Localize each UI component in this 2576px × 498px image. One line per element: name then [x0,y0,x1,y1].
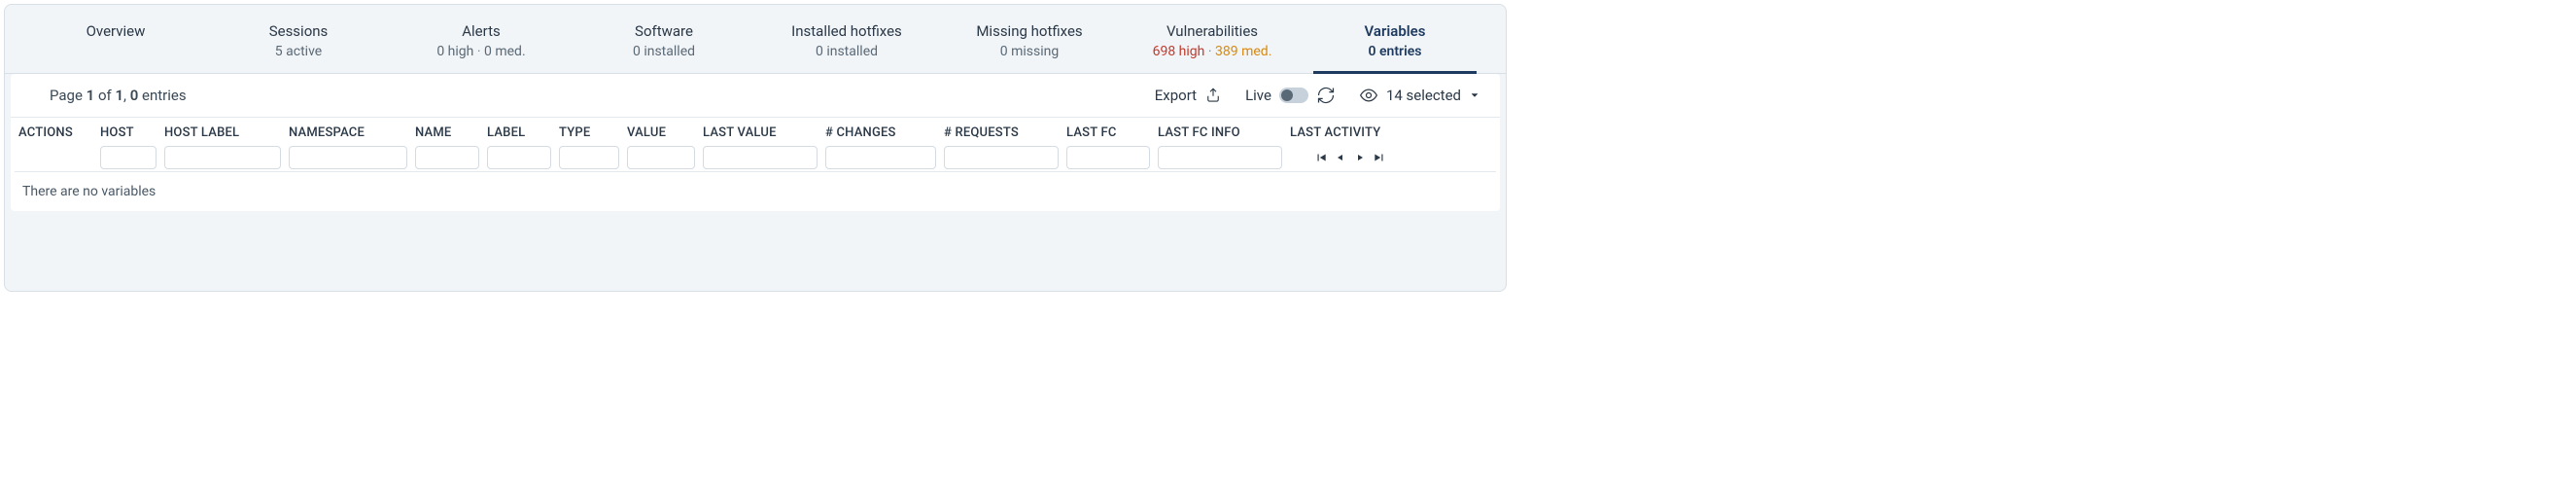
pager-first[interactable] [1313,150,1329,165]
content-area: Page 1 of 1, 0 entries Export Live 14 se… [11,74,1500,211]
col-header-value[interactable]: VALUE [627,125,695,146]
tab-variables[interactable]: Variables 0 entries [1304,18,1486,73]
empty-message: There are no variables [15,172,1496,211]
tab-sub: 0 entries [1304,44,1486,59]
selected-count: 14 selected [1386,87,1461,104]
live-toggle-group: Live [1245,86,1336,105]
col-header-changes[interactable]: # CHANGES [825,125,936,146]
refresh-icon[interactable] [1316,86,1336,105]
filter-lastfcinfo[interactable] [1158,146,1282,169]
col-header-lastactivity[interactable]: LAST ACTIVITY [1290,125,1410,146]
filter-host[interactable] [100,146,157,169]
filter-value[interactable] [627,146,695,169]
tabs-bar: Overview Sessions 5 active Alerts 0 high… [5,5,1506,74]
live-toggle[interactable] [1279,88,1308,103]
tab-installed-hotfixes[interactable]: Installed hotfixes 0 installed [755,18,938,73]
tab-sub: 0 missing [938,44,1121,59]
pager-next[interactable] [1352,150,1368,165]
toolbar: Page 1 of 1, 0 entries Export Live 14 se… [11,74,1500,118]
col-header-label[interactable]: LABEL [487,125,551,146]
col-header-host[interactable]: HOST [100,125,157,146]
tab-vulnerabilities[interactable]: Vulnerabilities 698 high · 389 med. [1121,18,1304,73]
export-button[interactable]: Export [1155,87,1222,104]
tab-label: Sessions [207,22,390,40]
col-header-requests[interactable]: # REQUESTS [944,125,1059,146]
tab-sessions[interactable]: Sessions 5 active [207,18,390,73]
pager-last[interactable] [1372,150,1387,165]
panel: Overview Sessions 5 active Alerts 0 high… [4,4,1507,292]
filter-type[interactable] [559,146,619,169]
tab-label: Software [573,22,755,40]
tab-sub: 0 high · 0 med. [390,44,573,59]
table-headers: ACTIONS HOST HOST LABEL NAMESPACE NAME [15,118,1496,172]
tab-sub: 0 installed [573,44,755,59]
tab-sub: 0 installed [755,44,938,59]
col-header-lastfc[interactable]: LAST FC [1066,125,1150,146]
page-info: Page 1 of 1, 0 entries [50,87,1131,104]
col-header-actions[interactable]: ACTIONS [18,125,92,146]
col-header-type[interactable]: TYPE [559,125,619,146]
tab-software[interactable]: Software 0 installed [573,18,755,73]
tab-label: Overview [24,22,207,40]
pager [1290,146,1410,165]
tab-label: Variables [1304,22,1486,40]
tab-alerts[interactable]: Alerts 0 high · 0 med. [390,18,573,73]
tab-sub: 698 high · 389 med. [1121,44,1304,59]
filter-namespace[interactable] [289,146,407,169]
tab-label: Vulnerabilities [1121,22,1304,40]
col-header-lastfcinfo[interactable]: LAST FC INFO [1158,125,1282,146]
tab-overview[interactable]: Overview [24,18,207,73]
filter-requests[interactable] [944,146,1059,169]
live-label: Live [1245,87,1271,104]
tab-label: Missing hotfixes [938,22,1121,40]
tab-sub: 5 active [207,44,390,59]
export-icon [1204,87,1222,104]
col-header-lastvalue[interactable]: LAST VALUE [703,125,818,146]
col-header-namespace[interactable]: NAMESPACE [289,125,407,146]
filter-lastfc[interactable] [1066,146,1150,169]
eye-icon [1359,86,1378,105]
filter-name[interactable] [415,146,479,169]
tab-missing-hotfixes[interactable]: Missing hotfixes 0 missing [938,18,1121,73]
filter-changes[interactable] [825,146,936,169]
columns-selector[interactable]: 14 selected [1359,86,1480,105]
col-header-name[interactable]: NAME [415,125,479,146]
filter-hostlabel[interactable] [164,146,281,169]
col-header-hostlabel[interactable]: HOST LABEL [164,125,281,146]
table: ACTIONS HOST HOST LABEL NAMESPACE NAME [11,118,1500,211]
caret-down-icon [1469,89,1480,101]
filter-label[interactable] [487,146,551,169]
pager-prev[interactable] [1333,150,1348,165]
tab-label: Installed hotfixes [755,22,938,40]
tab-label: Alerts [390,22,573,40]
export-label: Export [1155,87,1197,104]
filter-lastvalue[interactable] [703,146,818,169]
